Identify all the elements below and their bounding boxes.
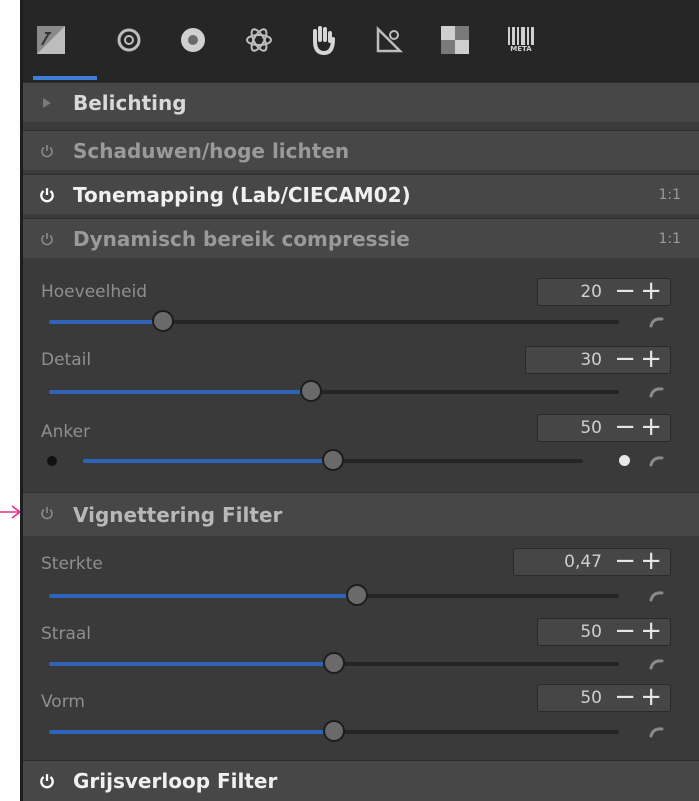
slider-knob[interactable]: [345, 584, 368, 606]
tool-panel: META Belichting Schaduwen/hoge lichten T…: [20, 0, 699, 801]
hoeveelheid-spinbox[interactable]: 20 − +: [537, 277, 671, 306]
straal-slider[interactable]: [49, 652, 619, 674]
section-vignettering[interactable]: Vignettering Filter: [23, 492, 699, 536]
tab-toolbar: META: [23, 0, 699, 82]
vignette-controls: Sterkte 0,47 − + Straal 50 − + Vorm 50 −…: [23, 536, 699, 760]
annotation-arrow-icon: [0, 505, 22, 519]
dark-endpoint-dot: [47, 456, 57, 466]
raw-tab-icon[interactable]: [435, 20, 475, 60]
decrement-button[interactable]: −: [614, 683, 636, 711]
vorm-slider[interactable]: [49, 720, 619, 742]
reset-icon[interactable]: [649, 590, 665, 602]
slider-fill: [49, 730, 334, 734]
transform-tab-icon[interactable]: [369, 20, 409, 60]
power-toggle-icon[interactable]: [37, 141, 57, 161]
decrement-button[interactable]: −: [614, 617, 636, 645]
meta-label: META: [510, 45, 532, 53]
slider-knob[interactable]: [323, 652, 345, 674]
section-title: Vignettering Filter: [73, 502, 283, 527]
decrement-button[interactable]: −: [614, 345, 636, 373]
reset-icon[interactable]: [649, 726, 665, 738]
section-title: Belichting: [73, 90, 187, 115]
straal-spinbox[interactable]: 50 − +: [537, 617, 671, 646]
slider-value[interactable]: 50: [580, 622, 602, 642]
slider-value[interactable]: 30: [580, 350, 602, 370]
slider-knob[interactable]: [152, 310, 174, 332]
section-title: Dynamisch bereik compressie: [73, 226, 410, 251]
section-grijsverloop[interactable]: Grijsverloop Filter: [23, 760, 699, 801]
slider-label: Straal: [41, 624, 92, 644]
increment-button[interactable]: +: [640, 617, 662, 645]
slider-fill: [49, 390, 312, 394]
slider-knob[interactable]: [322, 449, 344, 471]
active-tab-indicator: [33, 76, 97, 80]
slider-value[interactable]: 0,47: [564, 552, 602, 572]
reset-icon[interactable]: [649, 386, 665, 398]
light-endpoint-dot: [619, 455, 630, 466]
power-toggle-icon[interactable]: [37, 185, 57, 205]
decrement-button[interactable]: −: [614, 277, 636, 305]
power-toggle-icon[interactable]: [37, 771, 57, 791]
detail-spinbox[interactable]: 30 − +: [525, 345, 671, 374]
slider-label: Hoeveelheid: [41, 282, 148, 302]
slider-fill: [49, 320, 163, 324]
slider-knob[interactable]: [300, 380, 323, 402]
one-to-one-badge: 1:1: [658, 186, 681, 203]
slider-value[interactable]: 50: [580, 688, 602, 708]
section-tonemapping[interactable]: Tonemapping (Lab/CIECAM02) 1:1: [23, 174, 699, 214]
section-schaduwen[interactable]: Schaduwen/hoge lichten: [23, 130, 699, 170]
detail-slider[interactable]: [49, 380, 619, 402]
advanced-tab-icon[interactable]: [239, 20, 279, 60]
section-dynamisch[interactable]: Dynamisch bereik compressie 1:1: [23, 218, 699, 258]
decrement-button[interactable]: −: [614, 547, 636, 575]
exposure-tab-icon[interactable]: [31, 20, 71, 60]
reset-icon[interactable]: [649, 316, 665, 328]
local-adjust-tab-icon[interactable]: [303, 20, 343, 60]
decrement-button[interactable]: −: [614, 413, 636, 441]
section-title: Tonemapping (Lab/CIECAM02): [73, 182, 411, 207]
slider-fill: [49, 594, 357, 598]
dynamic-range-controls: Hoeveelheid 20 − + Detail 30 − + Anker 5…: [23, 258, 699, 490]
power-toggle-icon[interactable]: [37, 503, 57, 523]
slider-fill: [49, 662, 334, 666]
slider-label: Vorm: [41, 692, 85, 712]
power-toggle-icon[interactable]: [37, 229, 57, 249]
vorm-spinbox[interactable]: 50 − +: [537, 683, 671, 712]
one-to-one-badge: 1:1: [658, 230, 681, 247]
detail-tab-icon[interactable]: [109, 20, 149, 60]
reset-icon[interactable]: [649, 455, 665, 467]
anker-spinbox[interactable]: 50 − +: [537, 413, 671, 442]
color-tab-icon[interactable]: [173, 20, 213, 60]
section-belichting[interactable]: Belichting: [23, 82, 699, 122]
sterkte-spinbox[interactable]: 0,47 − +: [513, 547, 671, 576]
slider-label: Anker: [41, 422, 91, 442]
increment-button[interactable]: +: [640, 683, 662, 711]
slider-label: Detail: [41, 350, 92, 370]
slider-value[interactable]: 20: [580, 282, 602, 302]
increment-button[interactable]: +: [640, 547, 662, 575]
increment-button[interactable]: +: [640, 345, 662, 373]
expand-triangle-icon[interactable]: [37, 93, 57, 113]
section-title: Grijsverloop Filter: [73, 769, 278, 793]
slider-value[interactable]: 50: [580, 418, 602, 438]
metadata-tab-icon[interactable]: META: [501, 20, 541, 60]
reset-icon[interactable]: [649, 658, 665, 670]
slider-label: Sterkte: [41, 554, 103, 574]
hoeveelheid-slider[interactable]: [49, 310, 619, 332]
anker-slider[interactable]: [83, 449, 583, 471]
increment-button[interactable]: +: [640, 413, 662, 441]
sterkte-slider[interactable]: [49, 584, 619, 606]
slider-knob[interactable]: [323, 720, 345, 742]
section-title: Schaduwen/hoge lichten: [73, 138, 350, 163]
slider-fill: [83, 459, 333, 463]
increment-button[interactable]: +: [640, 277, 662, 305]
